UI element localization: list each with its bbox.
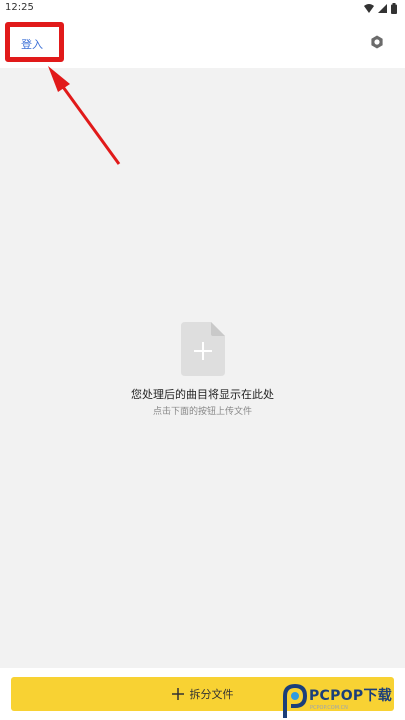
file-add-icon bbox=[181, 322, 225, 376]
watermark-subtext: PCPOP.COM.CN bbox=[310, 705, 348, 711]
pcpop-logo-icon bbox=[283, 684, 307, 718]
wifi-icon bbox=[364, 4, 374, 13]
watermark-text: PCPOP下载 bbox=[309, 688, 393, 704]
status-icons bbox=[364, 3, 397, 14]
status-time: 12:25 bbox=[5, 2, 34, 13]
plus-icon bbox=[171, 688, 184, 700]
status-bar: 12:25 bbox=[0, 0, 405, 18]
empty-state-subtitle: 点击下面的按钮上传文件 bbox=[152, 407, 252, 417]
pointer-arrow bbox=[48, 66, 121, 165]
empty-state-title: 您处理后的曲目将显示在此处 bbox=[131, 388, 274, 401]
highlight-box bbox=[5, 22, 64, 62]
battery-icon bbox=[391, 3, 397, 14]
signal-icon bbox=[378, 4, 387, 13]
settings-icon[interactable] bbox=[370, 35, 384, 49]
split-file-label: 拆分文件 bbox=[189, 688, 234, 701]
watermark: PCPOP下载 PCPOP.COM.CN bbox=[279, 683, 405, 720]
